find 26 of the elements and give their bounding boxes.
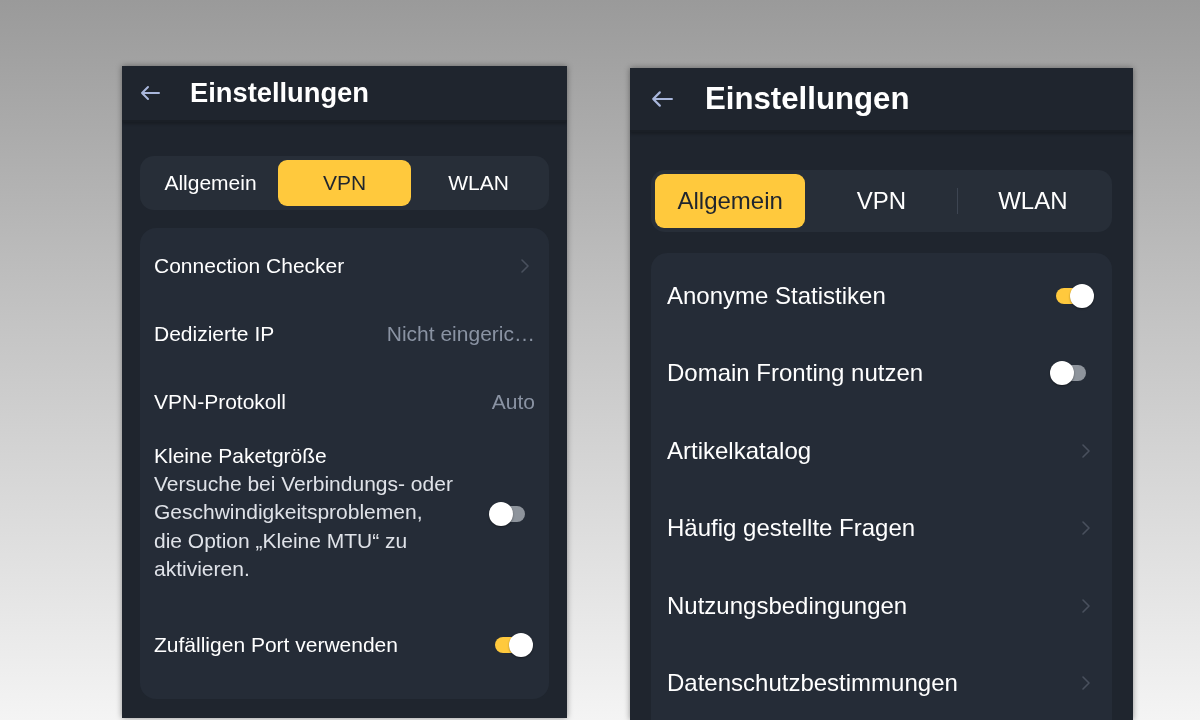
setting-label: Anonyme Statistiken xyxy=(667,281,887,310)
tab[interactable]: VPN xyxy=(278,160,411,206)
tab[interactable]: WLAN xyxy=(412,160,545,206)
setting-label: Artikelkatalog xyxy=(667,436,813,465)
tab[interactable]: Allgemein xyxy=(655,174,806,228)
toggle-switch[interactable] xyxy=(1054,283,1094,308)
tab[interactable]: WLAN xyxy=(957,174,1108,228)
setting-label: Dedizierte IP xyxy=(154,322,276,346)
setting-description: Versuche bei Verbindungs- oder Geschwindigkeitsproblemen, die Option „Kleine MTU“ zu aktivieren. xyxy=(154,471,454,583)
setting-label: Zufälligen Port verwenden xyxy=(154,633,399,658)
screen-title: Einstellungen xyxy=(190,77,369,109)
setting-value[interactable]: Nicht eingeric… xyxy=(386,322,535,346)
setting-label: Domain Fronting nutzen xyxy=(667,359,925,388)
tab[interactable]: Allgemein xyxy=(144,160,277,206)
back-arrow-icon[interactable] xyxy=(651,90,673,108)
tab[interactable]: VPN xyxy=(806,174,957,228)
setting-label: Nutzungsbedingungen xyxy=(667,591,909,620)
setting-label: Häufig gestellte Fragen xyxy=(667,514,917,543)
setting-label: Datenschutzbestimmungen xyxy=(667,669,959,698)
setting-label: Connection Checker xyxy=(154,254,346,278)
setting-label: VPN-Protokoll xyxy=(154,390,287,414)
back-arrow-icon[interactable] xyxy=(140,85,160,101)
setting-label: Kleine Paketgröße xyxy=(154,444,328,468)
toggle-switch[interactable] xyxy=(493,633,533,658)
setting-value[interactable]: Auto xyxy=(491,390,535,414)
screen-title: Einstellungen xyxy=(705,81,910,117)
